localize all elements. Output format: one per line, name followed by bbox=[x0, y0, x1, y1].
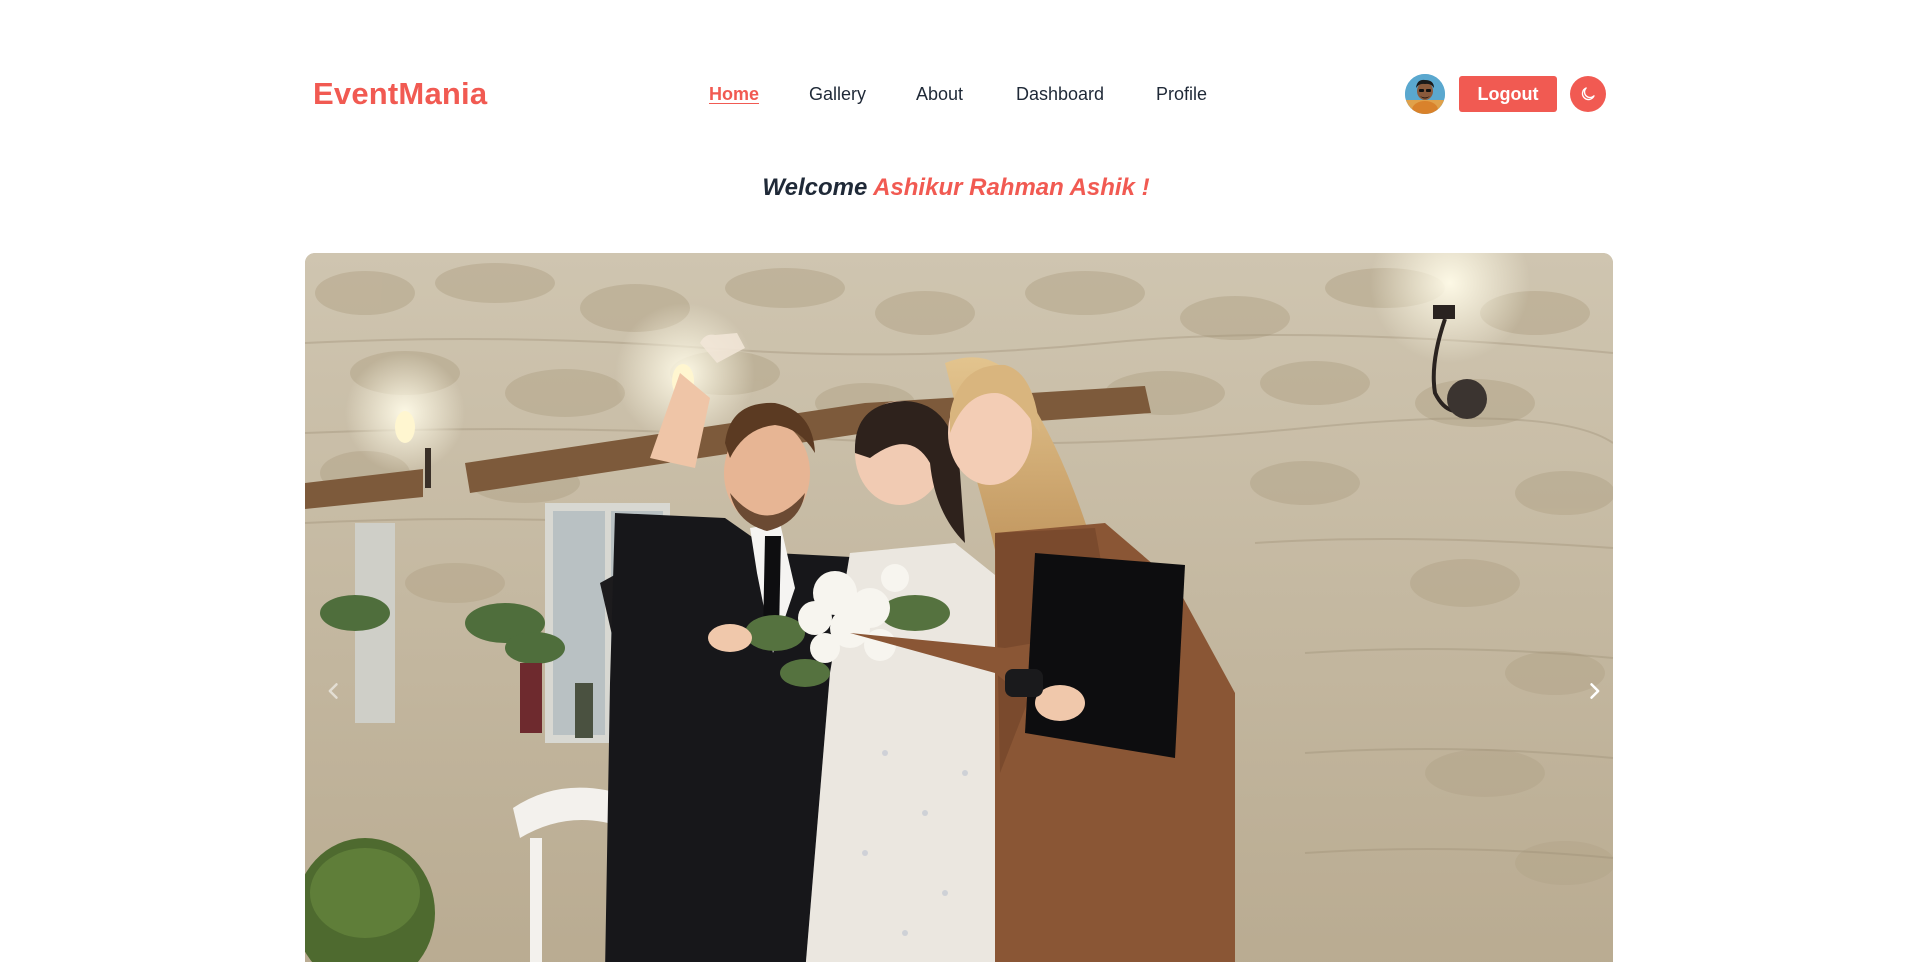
welcome-message: Welcome Ashikur Rahman Ashik ! bbox=[0, 174, 1912, 202]
chevron-right-icon bbox=[1590, 683, 1600, 699]
logout-button[interactable]: Logout bbox=[1459, 76, 1557, 112]
main-nav: Home Gallery About Dashboard Profile bbox=[0, 84, 1912, 106]
carousel-slide-image bbox=[305, 253, 1613, 962]
nav-link-about[interactable]: About bbox=[916, 84, 963, 105]
user-avatar[interactable] bbox=[1405, 74, 1445, 114]
nav-link-gallery[interactable]: Gallery bbox=[809, 84, 866, 105]
theme-toggle-button[interactable] bbox=[1570, 76, 1606, 112]
avatar-image bbox=[1405, 74, 1445, 114]
moon-icon bbox=[1581, 87, 1595, 101]
welcome-user-name: Ashikur Rahman Ashik ! bbox=[873, 174, 1150, 201]
chevron-left-icon bbox=[328, 683, 338, 699]
hero-carousel[interactable] bbox=[305, 253, 1613, 962]
welcome-prefix: Welcome bbox=[762, 174, 868, 201]
navbar: EventMania Home Gallery About Dashboard … bbox=[0, 0, 1912, 188]
nav-link-dashboard[interactable]: Dashboard bbox=[1016, 84, 1104, 105]
carousel-prev-button[interactable] bbox=[314, 671, 354, 711]
nav-link-home[interactable]: Home bbox=[709, 84, 759, 105]
carousel-next-button[interactable] bbox=[1574, 671, 1613, 711]
nav-link-profile[interactable]: Profile bbox=[1156, 84, 1207, 105]
